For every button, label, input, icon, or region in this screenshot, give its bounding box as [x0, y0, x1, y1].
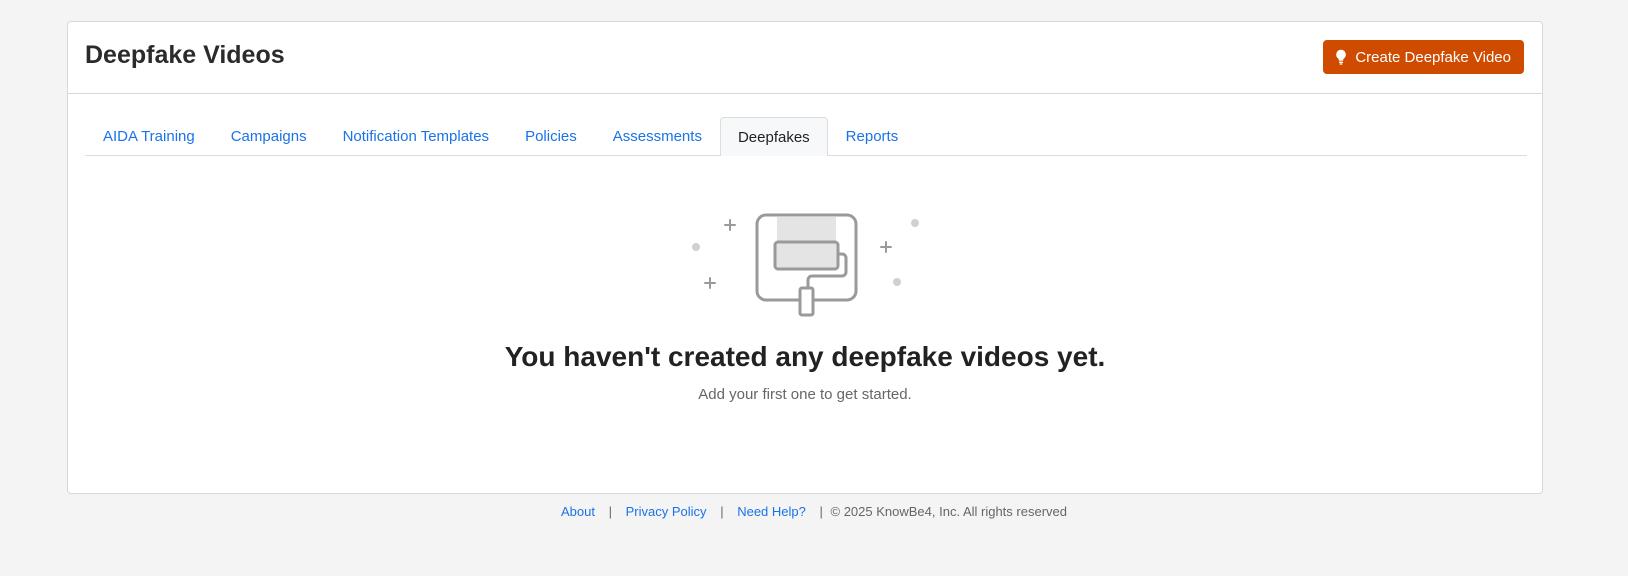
tab-campaigns[interactable]: Campaigns	[213, 117, 325, 155]
about-link[interactable]: About	[561, 504, 595, 519]
lightbulb-icon	[1336, 49, 1347, 65]
card-header: Deepfake Videos Create Deepfake Video	[68, 22, 1542, 94]
need-help-link[interactable]: Need Help?	[737, 504, 806, 519]
empty-state-title: You haven't created any deepfake videos …	[504, 341, 1106, 372]
empty-state: You haven't created any deepfake videos …	[68, 208, 1542, 403]
footer: About | Privacy Policy | Need Help? | © …	[0, 504, 1628, 519]
tab-label: Campaigns	[230, 128, 307, 145]
tab-label: Assessments	[612, 128, 702, 145]
tab-label: Deepfakes	[737, 128, 810, 146]
tab-label: AIDA Training	[103, 128, 195, 145]
tab-assessments[interactable]: Assessments	[595, 117, 720, 155]
empty-state-subtitle: Add your first one to get started.	[698, 386, 912, 403]
create-button-label: Create Deepfake Video	[1355, 48, 1511, 66]
copyright-text: © 2025 KnowBe4, Inc. All rights reserved	[830, 504, 1067, 519]
page-title: Deepfake Videos	[85, 41, 285, 69]
create-deepfake-video-button[interactable]: Create Deepfake Video	[1323, 40, 1524, 74]
tab-label: Notification Templates	[342, 128, 490, 145]
tab-aida-training[interactable]: AIDA Training	[85, 117, 213, 155]
footer-separator: |	[819, 504, 823, 519]
tab-label: Policies	[525, 128, 577, 145]
paint-roller-icon	[692, 213, 919, 317]
footer-separator: |	[608, 504, 613, 519]
tab-label: Reports	[845, 128, 899, 145]
privacy-policy-link[interactable]: Privacy Policy	[626, 504, 707, 519]
footer-separator: |	[720, 504, 724, 519]
main-card: Deepfake Videos Create Deepfake Video AI…	[67, 21, 1543, 494]
tab-policies[interactable]: Policies	[507, 117, 595, 155]
tab-deepfakes[interactable]: Deepfakes	[719, 117, 828, 156]
tab-reports[interactable]: Reports	[828, 117, 917, 155]
tab-bar: AIDA Training Campaigns Notification Tem…	[85, 117, 1527, 156]
tab-notification-templates[interactable]: Notification Templates	[325, 117, 507, 155]
